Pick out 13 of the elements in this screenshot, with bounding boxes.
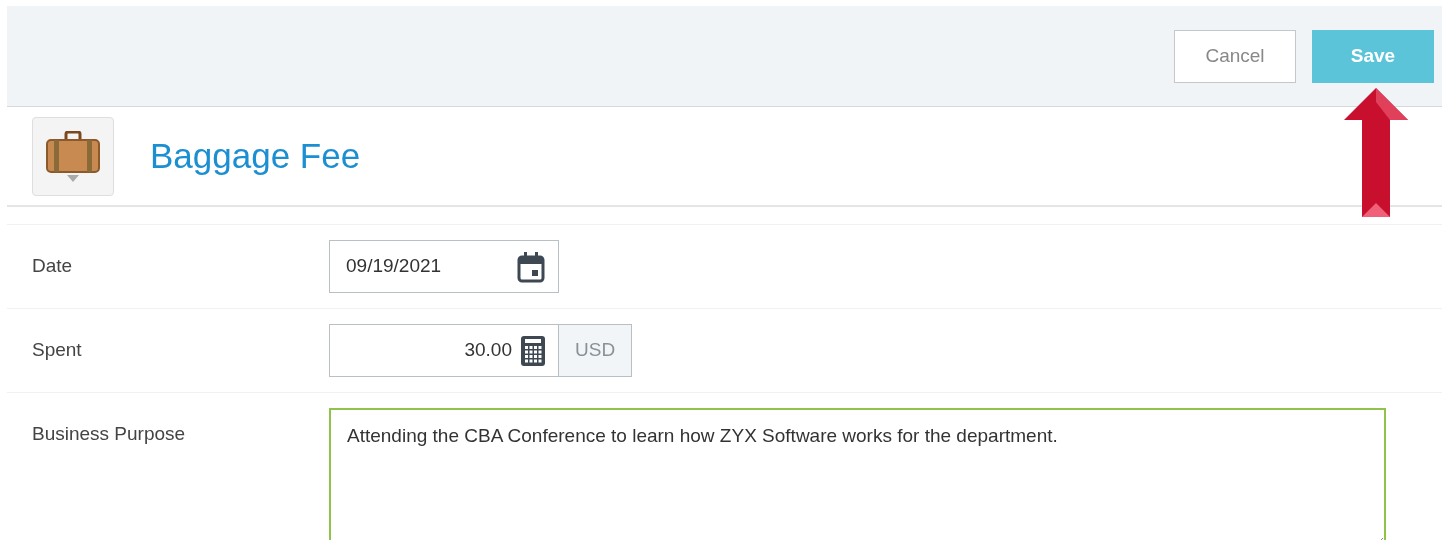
calculator-icon[interactable] <box>520 334 546 367</box>
suitcase-icon <box>46 130 100 173</box>
currency-label: USD <box>559 324 633 377</box>
cancel-button[interactable]: Cancel <box>1174 29 1296 83</box>
category-selector[interactable] <box>32 116 114 196</box>
field-label: Date <box>31 254 74 278</box>
amount-field[interactable]: 30.00 <box>329 324 559 377</box>
field-label: Business Purpose <box>31 422 187 446</box>
expense-title: Baggage Fee <box>150 134 361 177</box>
business-purpose-field[interactable]: Attending the CBA Conference to learn how ZYX Software works for the department. <box>329 408 1386 540</box>
date-field[interactable]: 09/19/2021 <box>329 240 559 293</box>
calendar-icon[interactable] <box>516 250 546 283</box>
field-label: Spent <box>31 338 83 362</box>
